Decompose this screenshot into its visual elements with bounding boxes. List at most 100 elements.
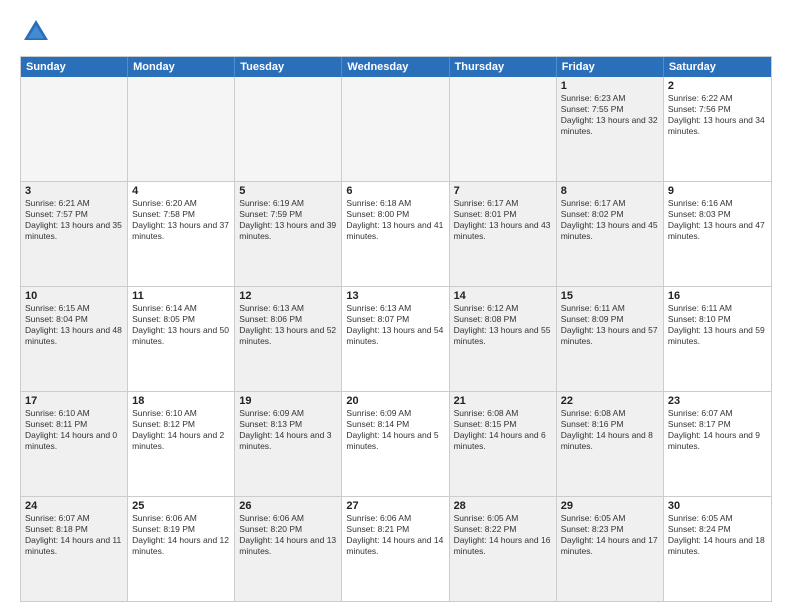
- page: SundayMondayTuesdayWednesdayThursdayFrid…: [0, 0, 792, 612]
- calendar: SundayMondayTuesdayWednesdayThursdayFrid…: [20, 56, 772, 602]
- calendar-cell-empty: [128, 77, 235, 181]
- day-info: Sunrise: 6:19 AM Sunset: 7:59 PM Dayligh…: [239, 198, 337, 242]
- calendar-cell-6: 6Sunrise: 6:18 AM Sunset: 8:00 PM Daylig…: [342, 182, 449, 286]
- day-number: 26: [239, 500, 337, 512]
- day-info: Sunrise: 6:05 AM Sunset: 8:24 PM Dayligh…: [668, 513, 767, 557]
- weekday-header-tuesday: Tuesday: [235, 57, 342, 77]
- weekday-header-wednesday: Wednesday: [342, 57, 449, 77]
- day-info: Sunrise: 6:06 AM Sunset: 8:21 PM Dayligh…: [346, 513, 444, 557]
- day-number: 1: [561, 80, 659, 92]
- weekday-header-saturday: Saturday: [664, 57, 771, 77]
- calendar-cell-8: 8Sunrise: 6:17 AM Sunset: 8:02 PM Daylig…: [557, 182, 664, 286]
- header: [20, 16, 772, 48]
- day-info: Sunrise: 6:09 AM Sunset: 8:14 PM Dayligh…: [346, 408, 444, 452]
- day-number: 19: [239, 395, 337, 407]
- calendar-row-4: 24Sunrise: 6:07 AM Sunset: 8:18 PM Dayli…: [21, 496, 771, 601]
- weekday-header-thursday: Thursday: [450, 57, 557, 77]
- calendar-cell-28: 28Sunrise: 6:05 AM Sunset: 8:22 PM Dayli…: [450, 497, 557, 601]
- day-number: 20: [346, 395, 444, 407]
- day-number: 16: [668, 290, 767, 302]
- day-info: Sunrise: 6:08 AM Sunset: 8:16 PM Dayligh…: [561, 408, 659, 452]
- day-info: Sunrise: 6:07 AM Sunset: 8:18 PM Dayligh…: [25, 513, 123, 557]
- day-number: 15: [561, 290, 659, 302]
- day-info: Sunrise: 6:06 AM Sunset: 8:19 PM Dayligh…: [132, 513, 230, 557]
- day-number: 27: [346, 500, 444, 512]
- day-info: Sunrise: 6:06 AM Sunset: 8:20 PM Dayligh…: [239, 513, 337, 557]
- day-info: Sunrise: 6:08 AM Sunset: 8:15 PM Dayligh…: [454, 408, 552, 452]
- calendar-cell-21: 21Sunrise: 6:08 AM Sunset: 8:15 PM Dayli…: [450, 392, 557, 496]
- calendar-cell-23: 23Sunrise: 6:07 AM Sunset: 8:17 PM Dayli…: [664, 392, 771, 496]
- day-info: Sunrise: 6:11 AM Sunset: 8:10 PM Dayligh…: [668, 303, 767, 347]
- calendar-cell-empty: [450, 77, 557, 181]
- day-number: 25: [132, 500, 230, 512]
- calendar-row-0: 1Sunrise: 6:23 AM Sunset: 7:55 PM Daylig…: [21, 77, 771, 181]
- day-number: 6: [346, 185, 444, 197]
- day-info: Sunrise: 6:10 AM Sunset: 8:12 PM Dayligh…: [132, 408, 230, 452]
- calendar-cell-12: 12Sunrise: 6:13 AM Sunset: 8:06 PM Dayli…: [235, 287, 342, 391]
- calendar-header: SundayMondayTuesdayWednesdayThursdayFrid…: [21, 57, 771, 77]
- day-number: 23: [668, 395, 767, 407]
- weekday-header-sunday: Sunday: [21, 57, 128, 77]
- calendar-cell-25: 25Sunrise: 6:06 AM Sunset: 8:19 PM Dayli…: [128, 497, 235, 601]
- logo: [20, 16, 56, 48]
- day-info: Sunrise: 6:09 AM Sunset: 8:13 PM Dayligh…: [239, 408, 337, 452]
- calendar-cell-13: 13Sunrise: 6:13 AM Sunset: 8:07 PM Dayli…: [342, 287, 449, 391]
- calendar-cell-5: 5Sunrise: 6:19 AM Sunset: 7:59 PM Daylig…: [235, 182, 342, 286]
- day-number: 22: [561, 395, 659, 407]
- day-number: 12: [239, 290, 337, 302]
- weekday-header-friday: Friday: [557, 57, 664, 77]
- day-info: Sunrise: 6:14 AM Sunset: 8:05 PM Dayligh…: [132, 303, 230, 347]
- day-number: 28: [454, 500, 552, 512]
- calendar-cell-empty: [235, 77, 342, 181]
- day-number: 21: [454, 395, 552, 407]
- calendar-cell-9: 9Sunrise: 6:16 AM Sunset: 8:03 PM Daylig…: [664, 182, 771, 286]
- calendar-cell-29: 29Sunrise: 6:05 AM Sunset: 8:23 PM Dayli…: [557, 497, 664, 601]
- day-info: Sunrise: 6:10 AM Sunset: 8:11 PM Dayligh…: [25, 408, 123, 452]
- calendar-cell-16: 16Sunrise: 6:11 AM Sunset: 8:10 PM Dayli…: [664, 287, 771, 391]
- day-info: Sunrise: 6:21 AM Sunset: 7:57 PM Dayligh…: [25, 198, 123, 242]
- day-number: 4: [132, 185, 230, 197]
- day-number: 29: [561, 500, 659, 512]
- day-info: Sunrise: 6:16 AM Sunset: 8:03 PM Dayligh…: [668, 198, 767, 242]
- calendar-body: 1Sunrise: 6:23 AM Sunset: 7:55 PM Daylig…: [21, 77, 771, 601]
- calendar-cell-18: 18Sunrise: 6:10 AM Sunset: 8:12 PM Dayli…: [128, 392, 235, 496]
- calendar-cell-14: 14Sunrise: 6:12 AM Sunset: 8:08 PM Dayli…: [450, 287, 557, 391]
- day-number: 11: [132, 290, 230, 302]
- day-number: 5: [239, 185, 337, 197]
- day-number: 17: [25, 395, 123, 407]
- calendar-row-1: 3Sunrise: 6:21 AM Sunset: 7:57 PM Daylig…: [21, 181, 771, 286]
- calendar-cell-24: 24Sunrise: 6:07 AM Sunset: 8:18 PM Dayli…: [21, 497, 128, 601]
- day-number: 24: [25, 500, 123, 512]
- day-info: Sunrise: 6:05 AM Sunset: 8:22 PM Dayligh…: [454, 513, 552, 557]
- calendar-cell-4: 4Sunrise: 6:20 AM Sunset: 7:58 PM Daylig…: [128, 182, 235, 286]
- day-info: Sunrise: 6:11 AM Sunset: 8:09 PM Dayligh…: [561, 303, 659, 347]
- day-number: 3: [25, 185, 123, 197]
- calendar-cell-26: 26Sunrise: 6:06 AM Sunset: 8:20 PM Dayli…: [235, 497, 342, 601]
- calendar-cell-30: 30Sunrise: 6:05 AM Sunset: 8:24 PM Dayli…: [664, 497, 771, 601]
- day-info: Sunrise: 6:23 AM Sunset: 7:55 PM Dayligh…: [561, 93, 659, 137]
- day-info: Sunrise: 6:15 AM Sunset: 8:04 PM Dayligh…: [25, 303, 123, 347]
- logo-icon: [20, 16, 52, 48]
- calendar-cell-empty: [342, 77, 449, 181]
- calendar-row-2: 10Sunrise: 6:15 AM Sunset: 8:04 PM Dayli…: [21, 286, 771, 391]
- day-number: 30: [668, 500, 767, 512]
- calendar-cell-3: 3Sunrise: 6:21 AM Sunset: 7:57 PM Daylig…: [21, 182, 128, 286]
- calendar-cell-19: 19Sunrise: 6:09 AM Sunset: 8:13 PM Dayli…: [235, 392, 342, 496]
- calendar-cell-7: 7Sunrise: 6:17 AM Sunset: 8:01 PM Daylig…: [450, 182, 557, 286]
- day-number: 2: [668, 80, 767, 92]
- day-number: 14: [454, 290, 552, 302]
- calendar-cell-15: 15Sunrise: 6:11 AM Sunset: 8:09 PM Dayli…: [557, 287, 664, 391]
- calendar-row-3: 17Sunrise: 6:10 AM Sunset: 8:11 PM Dayli…: [21, 391, 771, 496]
- day-info: Sunrise: 6:17 AM Sunset: 8:02 PM Dayligh…: [561, 198, 659, 242]
- day-number: 7: [454, 185, 552, 197]
- calendar-cell-27: 27Sunrise: 6:06 AM Sunset: 8:21 PM Dayli…: [342, 497, 449, 601]
- day-number: 13: [346, 290, 444, 302]
- day-number: 8: [561, 185, 659, 197]
- calendar-cell-empty: [21, 77, 128, 181]
- day-info: Sunrise: 6:17 AM Sunset: 8:01 PM Dayligh…: [454, 198, 552, 242]
- day-info: Sunrise: 6:13 AM Sunset: 8:07 PM Dayligh…: [346, 303, 444, 347]
- weekday-header-monday: Monday: [128, 57, 235, 77]
- day-info: Sunrise: 6:05 AM Sunset: 8:23 PM Dayligh…: [561, 513, 659, 557]
- day-number: 10: [25, 290, 123, 302]
- day-info: Sunrise: 6:07 AM Sunset: 8:17 PM Dayligh…: [668, 408, 767, 452]
